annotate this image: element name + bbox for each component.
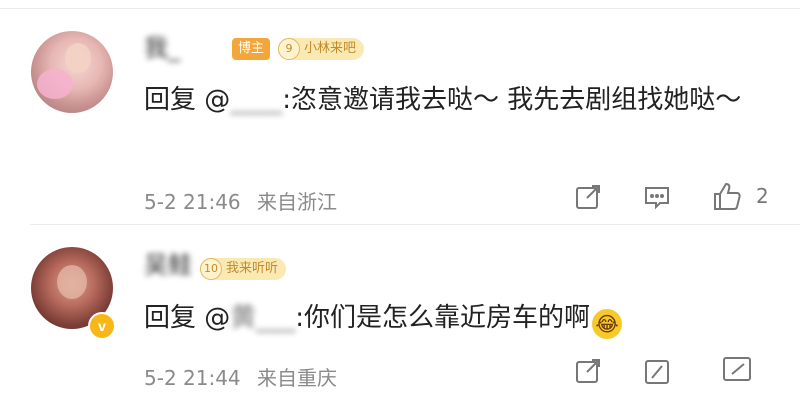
comment-location: 来自重庆 [257, 366, 338, 390]
avatar-image-face [57, 265, 87, 299]
comment-date: 5-2 21:46 [144, 190, 241, 214]
avatar-image-detail [37, 69, 73, 99]
comment-item: 我_ 博主 9 小林来吧 回复 @____:恣意邀请我去哒～ 我先去剧组找她哒～… [0, 0, 800, 225]
laughing-emoji-icon: 😂 [592, 309, 623, 339]
avatar-image-face [65, 43, 91, 73]
username[interactable]: 我_ [144, 28, 180, 63]
avatar[interactable] [31, 31, 113, 113]
like-icon[interactable] [710, 180, 744, 214]
fan-level: 9 [278, 38, 300, 60]
reply-prefix: 回复 @ [144, 303, 231, 333]
reply-target-mention[interactable]: 黄___ [230, 298, 295, 338]
username[interactable]: 吴鲑 [144, 245, 192, 280]
share-icon[interactable] [573, 182, 603, 212]
fan-badge-label: 小林来吧 [304, 41, 357, 56]
verified-badge: v [88, 312, 116, 340]
blogger-badge: 博主 [232, 38, 271, 60]
fan-level: 10 [200, 258, 222, 280]
comment-meta: 5-2 21:44 来自重庆 [144, 362, 347, 391]
comment-body: :恣意邀请我去哒～ 我先去剧组找她哒～ [282, 85, 742, 115]
comment-icon[interactable] [642, 356, 672, 386]
fan-badge[interactable]: 10 我来听听 [200, 258, 287, 280]
reply-prefix: 回复 @ [144, 85, 231, 115]
comment-icon[interactable] [642, 182, 672, 212]
comment-meta: 5-2 21:46 来自浙江 [144, 186, 347, 215]
comment-text: 回复 @____:恣意邀请我去哒～ 我先去剧组找她哒～ [144, 80, 774, 120]
like-count: 2 [756, 184, 769, 208]
share-icon[interactable] [573, 356, 603, 386]
like-icon[interactable] [720, 354, 754, 384]
comment-date: 5-2 21:44 [144, 366, 241, 390]
comment-location: 来自浙江 [257, 190, 338, 214]
comment-body: :你们是怎么靠近房车的啊 [295, 303, 591, 333]
reply-target-mention[interactable]: ____ [230, 80, 282, 120]
fan-badge-label: 我来听听 [226, 261, 279, 276]
comment-text: 回复 @黄___:你们是怎么靠近房车的啊 😂 [144, 298, 774, 339]
fan-badge[interactable]: 9 小林来吧 [278, 38, 365, 60]
